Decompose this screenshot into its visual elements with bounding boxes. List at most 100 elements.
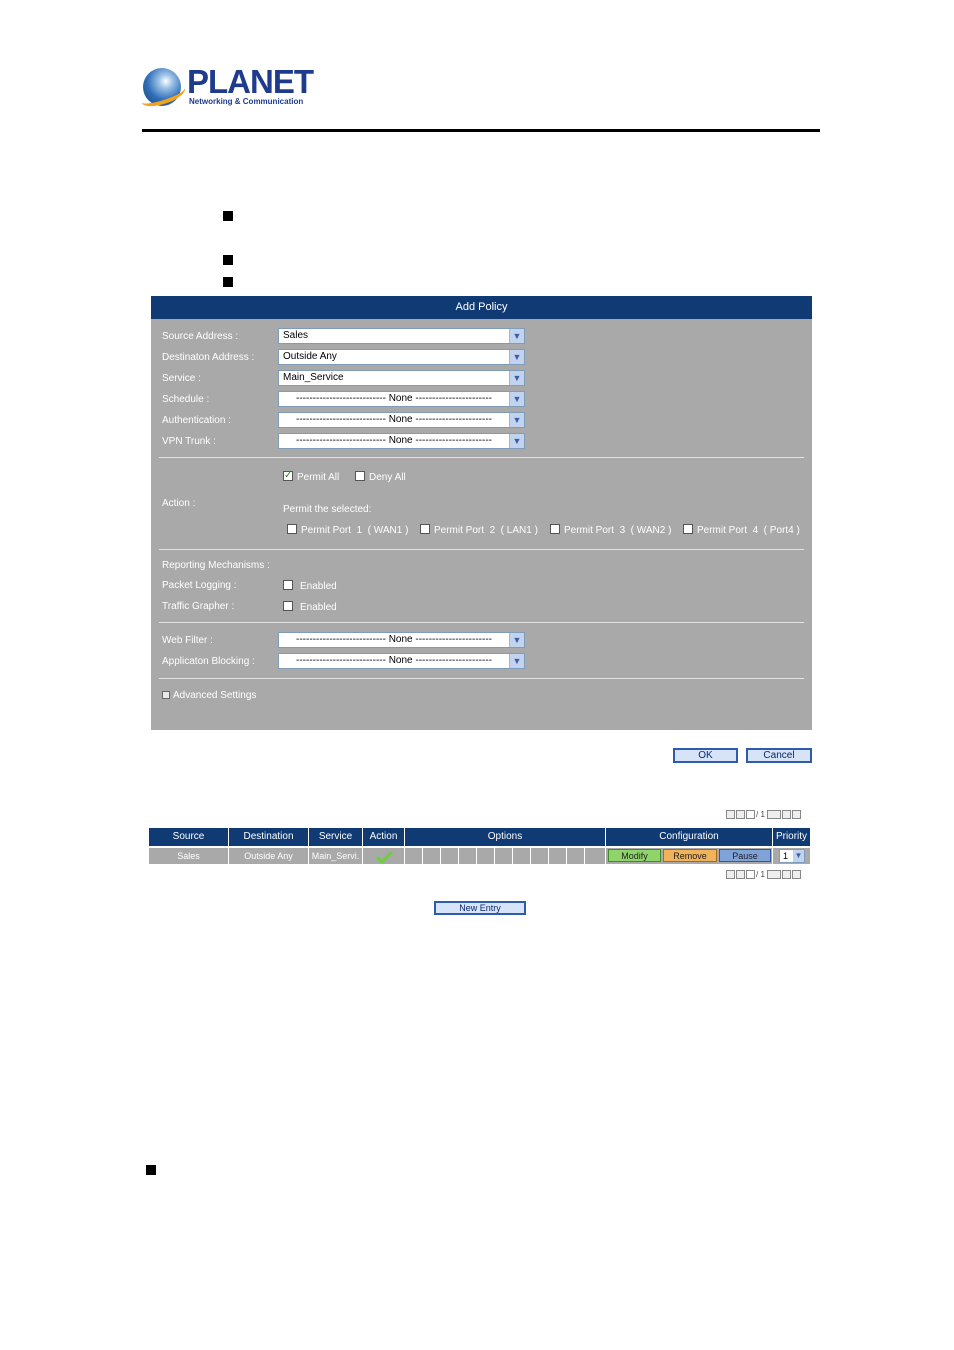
option-cell <box>585 848 606 864</box>
row-service: Main_Servi. <box>309 848 363 864</box>
option-cell <box>531 848 549 864</box>
modify-button[interactable]: Modify <box>608 849 661 862</box>
page-input[interactable] <box>746 870 755 880</box>
page-total: / 1 <box>756 810 765 819</box>
packet-logging-checkbox[interactable] <box>283 580 293 590</box>
priority-select[interactable]: 1 ▼ <box>779 849 805 863</box>
page-input[interactable] <box>746 810 755 820</box>
last-page-icon[interactable] <box>792 810 802 820</box>
first-page-icon[interactable] <box>726 810 735 820</box>
service-select[interactable]: Main_Service ▼ <box>278 370 525 386</box>
first-page-icon[interactable] <box>726 870 735 880</box>
chevron-down-icon[interactable]: ▼ <box>509 350 524 364</box>
ok-button[interactable]: OK <box>673 748 738 763</box>
chevron-down-icon[interactable]: ▼ <box>509 434 524 448</box>
pause-button[interactable]: Pause <box>719 849 771 862</box>
port4-checkbox[interactable] <box>683 524 693 534</box>
permit-selected-label: Permit the selected: <box>283 504 372 515</box>
port4-label: Permit Port 4 ( Port4 ) <box>697 525 800 536</box>
deny-all-label: Deny All <box>369 472 406 483</box>
remove-button[interactable]: Remove <box>663 849 717 862</box>
port2-checkbox[interactable] <box>420 524 430 534</box>
col-options: Options <box>405 828 606 846</box>
web-filter-label: Web Filter : <box>162 635 213 646</box>
port1-label: Permit Port 1 ( WAN1 ) <box>301 525 409 536</box>
bullet-icon <box>146 1165 156 1175</box>
chevron-down-icon[interactable]: ▼ <box>509 329 524 343</box>
expand-plus-icon[interactable] <box>162 691 170 699</box>
pager-top: / 1 <box>726 810 802 821</box>
divider <box>159 678 804 679</box>
option-cell <box>567 848 585 864</box>
planet-logo-text: PLANET <box>187 63 314 100</box>
bullet-icon <box>223 255 233 265</box>
go-button[interactable] <box>767 870 782 880</box>
option-cell <box>477 848 495 864</box>
go-button[interactable] <box>767 810 782 820</box>
planet-logo-tagline: Networking & Communication <box>189 97 304 106</box>
source-address-label: Source Address : <box>162 331 239 342</box>
vpn-trunk-select[interactable]: --------------------------- None -------… <box>278 433 525 449</box>
bullet-icon <box>223 277 233 287</box>
action-label: Action : <box>162 498 196 509</box>
schedule-label: Schedule : <box>162 394 210 405</box>
divider <box>159 549 804 550</box>
authentication-select[interactable]: --------------------------- None -------… <box>278 412 525 428</box>
port3-checkbox[interactable] <box>550 524 560 534</box>
option-cell <box>495 848 513 864</box>
row-source: Sales <box>149 848 229 864</box>
next-page-icon[interactable] <box>782 810 792 820</box>
app-blocking-value: --------------------------- None -------… <box>296 655 492 666</box>
port1-checkbox[interactable] <box>287 524 297 534</box>
chevron-down-icon[interactable]: ▼ <box>509 413 524 427</box>
destination-address-value: Outside Any <box>283 351 337 362</box>
next-page-icon[interactable] <box>782 870 792 880</box>
reporting-heading: Reporting Mechanisms : <box>162 560 270 571</box>
web-filter-select[interactable]: --------------------------- None -------… <box>278 632 525 648</box>
divider <box>159 457 804 458</box>
packet-logging-enabled-label: Enabled <box>300 581 337 592</box>
option-cell <box>549 848 567 864</box>
schedule-value: --------------------------- None -------… <box>296 393 492 404</box>
new-entry-button[interactable]: New Entry <box>434 901 526 915</box>
col-destination: Destination <box>229 828 309 846</box>
service-value: Main_Service <box>283 372 344 383</box>
deny-all-checkbox[interactable] <box>355 471 365 481</box>
schedule-select[interactable]: --------------------------- None -------… <box>278 391 525 407</box>
chevron-down-icon[interactable]: ▼ <box>509 371 524 385</box>
advanced-settings-link[interactable]: Advanced Settings <box>173 690 256 701</box>
col-configuration: Configuration <box>606 828 773 846</box>
pager-bottom: / 1 <box>726 870 802 881</box>
col-source: Source <box>149 828 229 846</box>
prev-page-icon[interactable] <box>736 810 745 820</box>
app-blocking-label: Applicaton Blocking : <box>162 656 255 667</box>
col-service: Service <box>309 828 363 846</box>
add-policy-title: Add Policy <box>151 296 812 319</box>
chevron-down-icon[interactable]: ▼ <box>509 654 524 668</box>
packet-logging-label: Packet Logging : <box>162 580 237 591</box>
destination-address-label: Destinaton Address : <box>162 352 255 363</box>
col-priority: Priority <box>773 828 810 846</box>
divider <box>159 622 804 623</box>
prev-page-icon[interactable] <box>736 870 745 880</box>
row-destination: Outside Any <box>229 848 309 864</box>
traffic-grapher-checkbox[interactable] <box>283 601 293 611</box>
row-action <box>363 848 405 864</box>
destination-address-select[interactable]: Outside Any ▼ <box>278 349 525 365</box>
priority-value: 1 <box>783 851 789 861</box>
app-blocking-select[interactable]: --------------------------- None -------… <box>278 653 525 669</box>
permit-all-checkbox[interactable]: ✓ <box>283 471 293 481</box>
chevron-down-icon[interactable]: ▼ <box>793 850 804 862</box>
option-cell <box>513 848 531 864</box>
option-cell <box>441 848 459 864</box>
traffic-grapher-enabled-label: Enabled <box>300 602 337 613</box>
chevron-down-icon[interactable]: ▼ <box>509 633 524 647</box>
cancel-button[interactable]: Cancel <box>746 748 812 763</box>
traffic-grapher-label: Traffic Grapher : <box>162 601 235 612</box>
option-cell <box>459 848 477 864</box>
source-address-select[interactable]: Sales ▼ <box>278 328 525 344</box>
check-icon <box>375 850 393 864</box>
last-page-icon[interactable] <box>792 870 802 880</box>
chevron-down-icon[interactable]: ▼ <box>509 392 524 406</box>
port2-label: Permit Port 2 ( LAN1 ) <box>434 525 538 536</box>
